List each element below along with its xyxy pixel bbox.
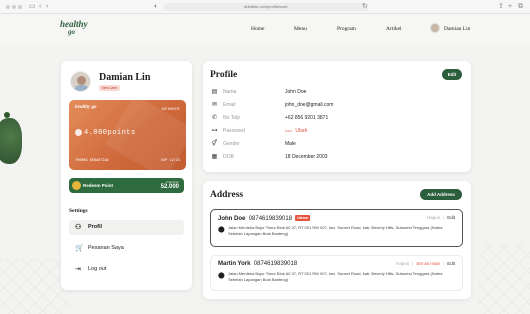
nav-menu[interactable]: Menu [294, 26, 307, 32]
forward-icon[interactable]: › [46, 3, 48, 11]
leaf-decoration [4, 112, 10, 118]
profile-row-password: ⊶ Password ••••• Ubah [210, 126, 460, 136]
delete-address-link[interactable]: Hapus [427, 215, 440, 220]
address-item-secondary[interactable]: Martin York 0874619839018 Hapus | Set as m… [210, 255, 463, 291]
brand-logo[interactable]: healthy go [60, 20, 88, 37]
redeem-label: Redeem Point [83, 183, 114, 188]
logo-text-bottom: go [68, 28, 75, 36]
profile-title: Profile [210, 70, 238, 80]
main-address-badge: Utama [295, 215, 310, 221]
address-text: Jalan Merdeka Bujur Timur Blok A0 37, RT… [228, 225, 444, 236]
menu-item-label: Pesanan Saya [88, 245, 124, 251]
background-pattern-left [0, 258, 70, 314]
profile-row-gender: ⚥ Gender Male [210, 139, 460, 149]
field-value: john_doe@gmail.com [285, 102, 334, 108]
minimize-window-icon[interactable] [12, 5, 16, 9]
card-member-label: MEMBER [161, 107, 180, 111]
address-name: Martin York 0874619839018 [218, 261, 297, 267]
field-label: Email [223, 102, 236, 108]
close-window-icon[interactable] [6, 5, 10, 9]
profile-row-phone: ✆ No Telp +62 856 9201 3871 [210, 113, 460, 123]
card-brand: healthy go [75, 105, 97, 110]
card-expiry: EXP 12/23 [161, 159, 180, 163]
settings-title: Settings [69, 208, 88, 214]
sidebar-toggle-icon[interactable]: ▭ [29, 3, 36, 11]
plant-decoration [0, 118, 22, 164]
profile-row-email: ✉ Email john_doe@gmail.com [210, 100, 460, 110]
menu-item-label: Profil [88, 224, 103, 230]
recipient-name: John Doe [218, 216, 246, 222]
field-label: DOB [223, 154, 234, 160]
field-label: Gender [223, 141, 240, 147]
header-avatar[interactable] [430, 23, 440, 33]
location-pin-icon: ⬤ [218, 227, 225, 233]
gift-icon [72, 181, 81, 190]
profile-name: Damian Lin [99, 72, 151, 83]
password-mask: ••••• [285, 128, 293, 133]
address-title: Address [210, 190, 244, 200]
field-label: Password [223, 128, 245, 134]
field-label: Nama [223, 89, 237, 95]
recipient-phone: 0874619839018 [253, 261, 298, 267]
nav-program[interactable]: Program [337, 26, 356, 32]
maximize-window-icon[interactable] [18, 5, 22, 9]
logout-icon: ⇥ [75, 266, 81, 273]
card-points: 4.000points [84, 129, 136, 137]
delete-address-link[interactable]: Hapus [396, 261, 409, 266]
total-point-value: 52.000 [160, 184, 179, 190]
user-status-badge: New User [99, 85, 121, 91]
address-text: Jalan Merdeka Bujur Timur Blok A0 37, RT… [228, 271, 444, 282]
reload-icon[interactable]: ↻ [362, 3, 368, 11]
id-card-icon: ▤ [211, 89, 218, 95]
browser-toolbar: ▭ ‹ › ◐ dribbble.com/profile/user ↻ ⇪ + … [0, 0, 530, 14]
profile-avatar [70, 71, 91, 92]
phone-icon: ✆ [211, 115, 218, 121]
edit-profile-button[interactable]: Edit [442, 69, 462, 80]
field-value: +62 856 9201 3871 [285, 115, 329, 121]
profile-row-nama: ▤ Nama John Doe [210, 87, 460, 97]
user-icon: ⚇ [75, 224, 82, 231]
membership-card: healthy go MEMBER 4.000points THOMAS SEB… [69, 100, 186, 170]
shield-icon[interactable]: ◐ [154, 3, 158, 11]
share-icon[interactable]: ⇪ [498, 3, 504, 11]
cart-icon: 🛒 [75, 245, 84, 252]
address-actions: Hapus | Edit [427, 215, 455, 220]
profile-row-dob: ▦ DOB 18 December 2003 [210, 152, 460, 162]
add-address-button[interactable]: Add Address [420, 189, 462, 200]
nav-home[interactable]: Home [251, 26, 264, 32]
back-icon[interactable]: ‹ [39, 3, 41, 11]
field-value: 18 December 2003 [285, 154, 328, 160]
edit-address-link[interactable]: Edit [447, 261, 455, 266]
menu-item-profil[interactable]: ⚇ Profil [69, 220, 184, 235]
key-icon: ⊶ [211, 128, 218, 134]
nav-artikel[interactable]: Artikel [386, 26, 402, 32]
header-user-name[interactable]: Damian Lin [444, 26, 470, 32]
location-pin-icon: ⬤ [218, 273, 225, 279]
new-tab-icon[interactable]: + [508, 3, 512, 11]
menu-item-logout[interactable]: ⇥ Log out [69, 262, 184, 277]
address-actions: Hapus | Set as main | Edit [396, 261, 455, 266]
mail-icon: ✉ [211, 102, 218, 108]
menu-item-pesanan[interactable]: 🛒 Pesanan Saya [69, 241, 184, 256]
field-value: ••••• Ubah [285, 126, 307, 136]
field-label: No Telp [223, 115, 240, 121]
change-password-link[interactable]: Ubah [295, 128, 307, 134]
recipient-phone: 0874619839018 [248, 216, 293, 222]
background-pattern-right [478, 245, 530, 314]
redeem-point-button[interactable]: Redeem Point Total Point 52.000 [69, 178, 184, 193]
menu-item-label: Log out [88, 266, 107, 272]
coin-icon [75, 129, 82, 136]
calendar-icon: ▦ [211, 154, 218, 160]
field-value: Male [285, 141, 296, 147]
address-item-main[interactable]: John Doe 0874619839018 Utama Hapus | Edit ⬤… [210, 209, 463, 247]
edit-address-link[interactable]: Edit [447, 215, 455, 220]
tabs-overview-icon[interactable]: ⧉ [518, 3, 523, 11]
recipient-name: Martin York [218, 261, 251, 267]
address-bar[interactable]: dribbble.com/profile/user [164, 3, 368, 11]
set-main-address-link[interactable]: Set as main [416, 261, 440, 266]
gender-icon: ⚥ [211, 141, 218, 147]
card-holder: THOMAS SEBASTIAN [75, 159, 109, 163]
address-name: John Doe 0874619839018 Utama [218, 215, 310, 222]
field-value: John Doe [285, 89, 307, 95]
